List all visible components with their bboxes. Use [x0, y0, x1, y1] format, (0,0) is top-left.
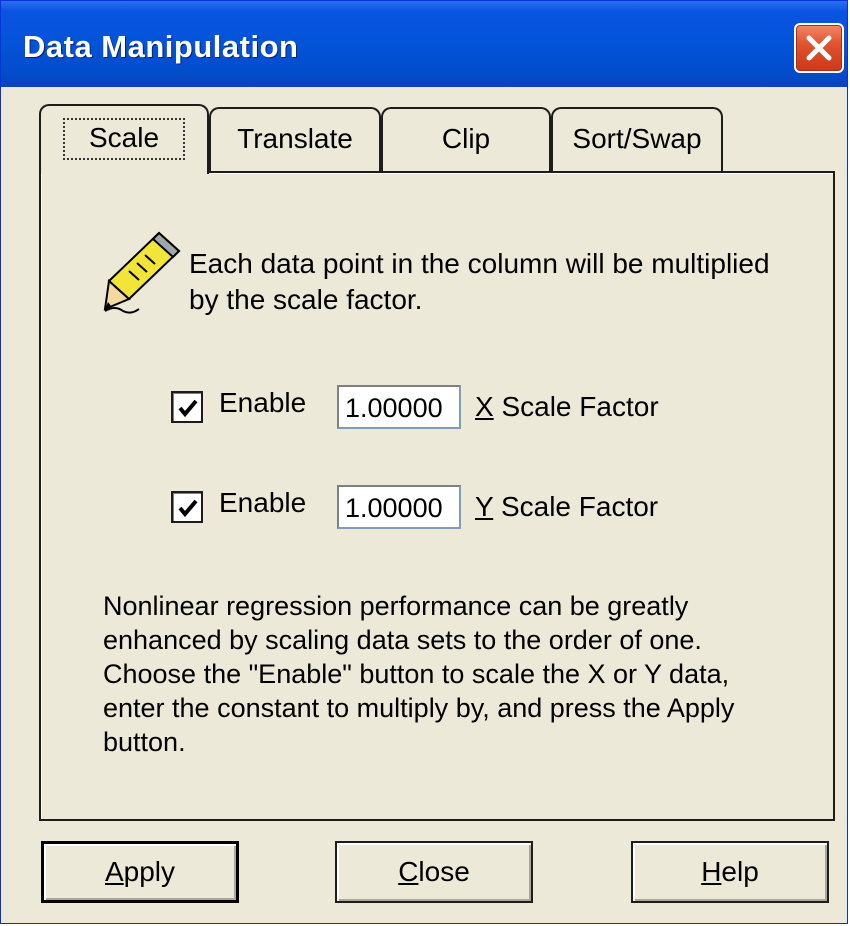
help-button[interactable]: Help — [631, 841, 829, 903]
close-label-rest: lose — [418, 856, 470, 887]
x-mnemonic: X — [475, 391, 494, 422]
title-bar[interactable]: Data Manipulation — [1, 1, 847, 87]
window-title: Data Manipulation — [23, 29, 299, 64]
x-scale-factor-label: X Scale Factor — [475, 391, 659, 423]
checkmark-icon — [178, 399, 198, 418]
note-line: Nonlinear regression performance can be … — [103, 591, 689, 621]
tab-clip-label: Clip — [441, 123, 491, 154]
y-scale-factor-label: Y Scale Factor — [475, 491, 658, 523]
close-x-icon — [806, 35, 832, 61]
note-line: enter the constant to multiply by, and p… — [103, 693, 735, 723]
note-line: Choose the "Enable" button to scale the … — [103, 659, 730, 689]
close-window-button[interactable] — [794, 23, 844, 73]
tab-scale[interactable]: Scale — [39, 104, 209, 174]
y-scale-factor-input[interactable]: 1.00000 — [337, 485, 461, 529]
tab-scale-label: Scale — [62, 118, 186, 160]
scale-description: Each data point in the column will be mu… — [189, 246, 809, 318]
note-line: enhanced by scaling data sets to the ord… — [103, 625, 702, 655]
tab-sort-swap[interactable]: Sort/Swap — [551, 107, 723, 175]
close-button[interactable]: Close — [335, 841, 533, 903]
x-scale-factor-input[interactable]: 1.00000 — [337, 385, 461, 429]
help-mnemonic: H — [701, 856, 722, 887]
tab-sort-swap-label: Sort/Swap — [572, 123, 702, 154]
description-line-2: by the scale factor. — [189, 284, 423, 315]
close-button-label: Close — [398, 856, 470, 888]
active-tab-join — [41, 169, 207, 174]
note-line: button. — [103, 727, 186, 757]
x-label-rest: Scale Factor — [493, 391, 659, 422]
scaling-help-note: Nonlinear regression performance can be … — [103, 589, 803, 759]
apply-button-label: Apply — [105, 856, 175, 888]
description-line-1: Each data point in the column will be mu… — [189, 248, 770, 279]
tab-translate-label: Translate — [237, 123, 353, 154]
y-mnemonic: Y — [475, 491, 494, 522]
apply-button[interactable]: Apply — [41, 841, 239, 903]
checkmark-icon — [178, 499, 198, 518]
x-enable-label: Enable — [219, 387, 307, 418]
y-label-rest: Scale Factor — [493, 491, 659, 522]
pencil-icon — [103, 231, 181, 314]
tab-translate[interactable]: Translate — [209, 107, 381, 175]
apply-label-rest: pply — [123, 856, 176, 887]
x-enable-checkbox[interactable] — [171, 391, 203, 423]
dialog-window: Data Manipulation Translate Clip Sort/Sw… — [0, 0, 848, 924]
y-enable-checkbox[interactable] — [171, 491, 203, 523]
y-enable-label: Enable — [219, 487, 307, 518]
tab-clip[interactable]: Clip — [381, 107, 551, 175]
help-label-rest: elp — [721, 856, 759, 887]
help-button-label: Help — [701, 856, 759, 888]
apply-mnemonic: A — [104, 856, 124, 887]
close-mnemonic: C — [398, 856, 419, 887]
